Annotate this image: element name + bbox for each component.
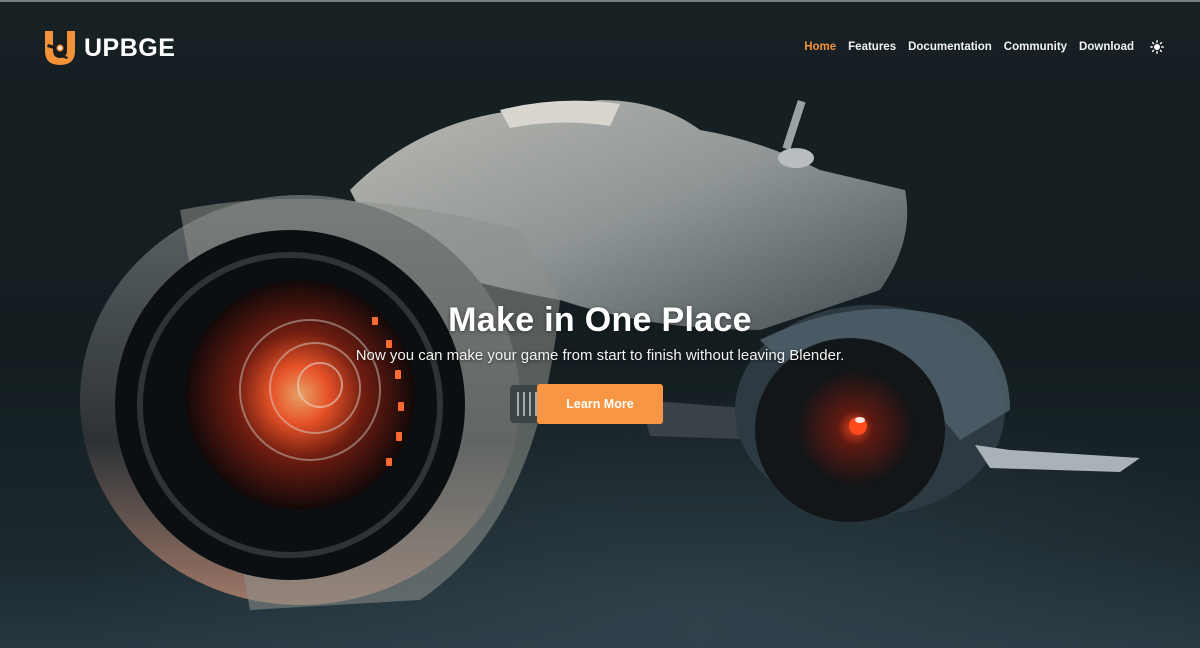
hero-subtitle: Now you can make your game from start to… (355, 347, 845, 364)
sun-icon (1150, 40, 1164, 54)
hero-section: UPBGE Home Features Documentation Commun… (0, 0, 1200, 648)
hero-content: Make in One Place Now you can make your … (0, 298, 1200, 424)
nav-item-features[interactable]: Features (848, 38, 896, 56)
theme-toggle-button[interactable] (1148, 38, 1166, 56)
navbar: UPBGE Home Features Documentation Commun… (0, 0, 1200, 96)
brand-name: UPBGE (84, 34, 176, 62)
upbge-logo-icon (45, 31, 75, 65)
hero-title: Make in One Place (448, 301, 752, 339)
learn-more-button[interactable]: Learn More (537, 384, 663, 424)
nav-item-documentation[interactable]: Documentation (908, 38, 992, 56)
nav-item-community[interactable]: Community (1004, 38, 1067, 56)
nav-item-download[interactable]: Download (1079, 38, 1134, 56)
main-nav: Home Features Documentation Community Do… (804, 38, 1166, 56)
nav-item-home[interactable]: Home (804, 38, 836, 56)
brand-logo-link[interactable]: UPBGE (44, 30, 175, 66)
